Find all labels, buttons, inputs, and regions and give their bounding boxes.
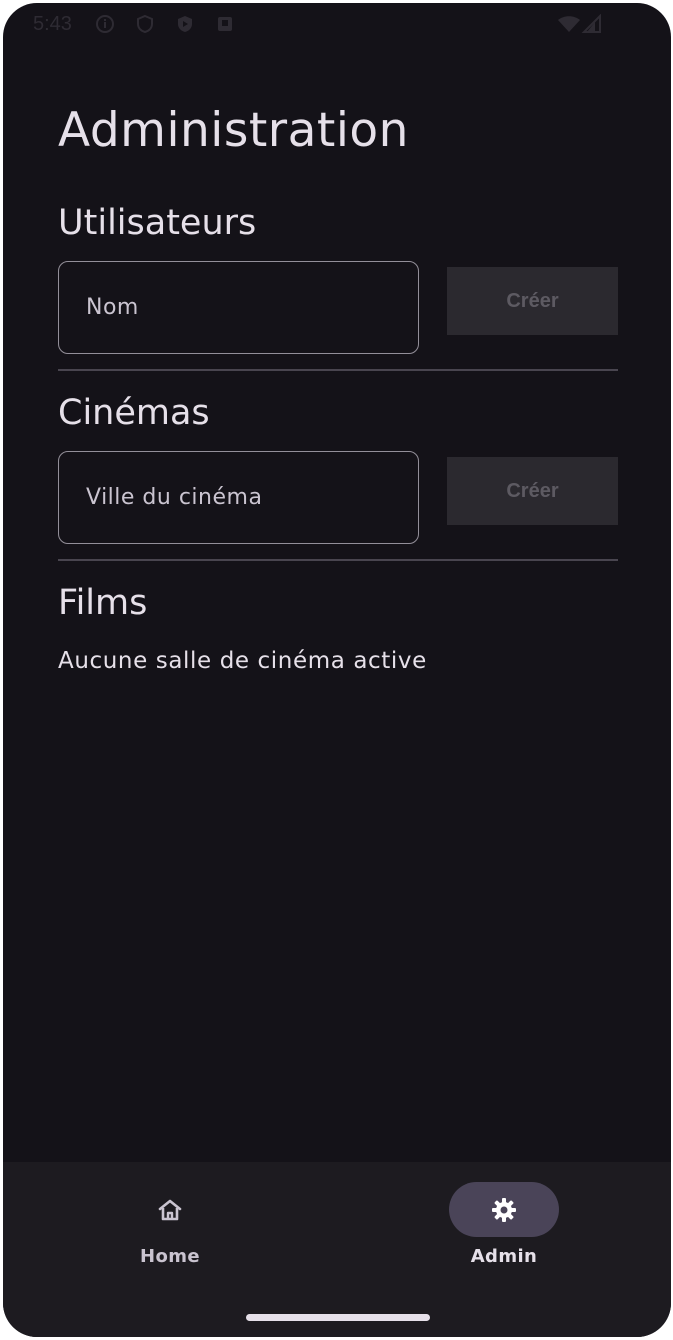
gesture-navigation-handle[interactable] [246, 1314, 430, 1321]
status-time: 5:43 [33, 13, 72, 35]
nav-item-home[interactable]: Home [3, 1162, 337, 1302]
page-title: Administration [58, 103, 409, 158]
divider [58, 369, 618, 371]
nav-label-admin: Admin [470, 1246, 538, 1267]
create-cinema-button[interactable]: Créer [447, 457, 618, 525]
info-icon [95, 14, 115, 34]
divider [58, 559, 618, 561]
films-section-title: Films [58, 583, 148, 623]
shield-icon [135, 14, 155, 34]
users-section-title: Utilisateurs [58, 203, 257, 243]
play-protect-icon [175, 14, 195, 34]
app-screen: 5:43 Administration Utilisateurs Créer C… [3, 3, 671, 1337]
wifi-signal-icons [557, 14, 601, 34]
cinemas-section-title: Cinémas [58, 393, 210, 433]
nav-label-home: Home [140, 1246, 200, 1267]
status-bar: 5:43 [3, 3, 671, 45]
cinema-city-input[interactable] [59, 452, 418, 543]
cinema-city-field[interactable] [58, 451, 419, 544]
home-icon [156, 1196, 184, 1224]
films-empty-message: Aucune salle de cinéma active [58, 648, 427, 674]
bottom-navigation: Home Admin [3, 1162, 671, 1337]
nav-item-admin[interactable]: Admin [337, 1162, 671, 1302]
sd-card-icon [215, 14, 235, 34]
gear-icon [490, 1196, 518, 1224]
user-name-field[interactable] [58, 261, 419, 354]
user-name-input[interactable] [59, 262, 418, 353]
create-user-button[interactable]: Créer [447, 267, 618, 335]
